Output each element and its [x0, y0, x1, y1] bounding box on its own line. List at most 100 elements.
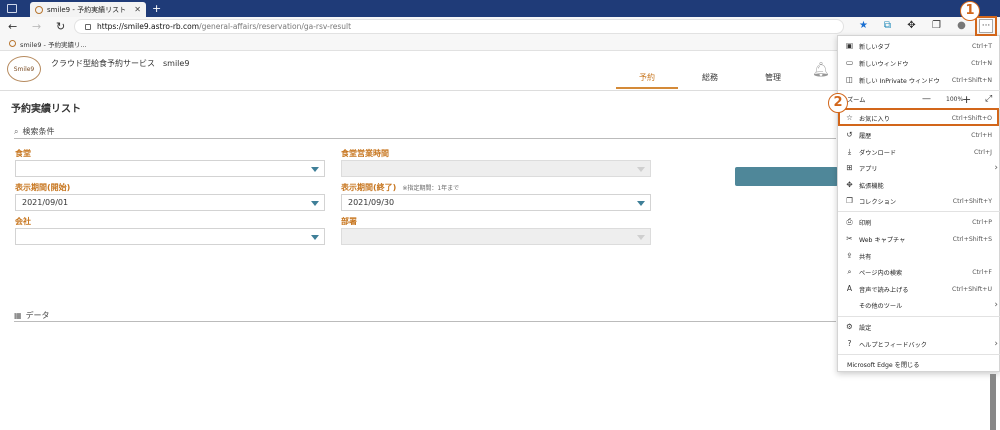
fullscreen-icon[interactable]: ⤢	[985, 94, 992, 104]
menu-label: コレクション	[859, 198, 897, 206]
menu-label: Web キャプチャ	[859, 236, 906, 244]
extension-icon[interactable]: ⧉	[882, 20, 893, 31]
menu-print[interactable]: ⎙ 印刷 Ctrl+P	[838, 214, 1000, 230]
divider	[14, 138, 836, 139]
nav-management[interactable]: 管理	[742, 72, 804, 89]
history-icon: ↺	[846, 130, 853, 139]
menu-label: ダウンロード	[859, 149, 897, 157]
hours-select[interactable]	[341, 160, 651, 177]
menu-web-capture[interactable]: ✂ Web キャプチャ Ctrl+Shift+S	[838, 231, 1000, 247]
favorite-star-icon[interactable]: ★	[858, 20, 869, 31]
browser-tab[interactable]: smile9 - 予約実績リスト ✕	[30, 2, 146, 17]
menu-new-inprivate[interactable]: ◫ 新しい InPrivate ウィンドウ Ctrl+Shift+N	[838, 72, 1000, 88]
nav-general-affairs[interactable]: 総務	[679, 72, 741, 89]
menu-label: Microsoft Edge を閉じる	[847, 361, 920, 369]
company-label: 会社	[15, 217, 31, 226]
inprivate-icon: ◫	[845, 75, 854, 84]
new-window-icon: ▭	[845, 58, 854, 67]
period-end-label-text: 表示期間(終了)	[341, 183, 397, 192]
refresh-icon[interactable]: ↻	[56, 20, 65, 33]
url-path: /general-affairs/reservation/ga-rsv-resu…	[199, 22, 352, 31]
menu-share[interactable]: ⇪ 共有	[838, 248, 1000, 264]
cafeteria-select[interactable]	[15, 160, 325, 177]
menu-history[interactable]: ↺ 履歴 Ctrl+H	[838, 127, 1000, 143]
url-bar[interactable]: https://smile9.astro-rb.com/general-affa…	[74, 19, 844, 34]
menu-find-on-page[interactable]: ⌕ ページ内の検索 Ctrl+F	[838, 264, 1000, 280]
zoom-label: ズーム	[847, 96, 866, 104]
menu-label: 共有	[859, 253, 872, 261]
menu-label: 新しい InPrivate ウィンドウ	[859, 77, 940, 85]
menu-shortcut: Ctrl+F	[972, 268, 992, 276]
download-icon: ⤓	[847, 147, 852, 156]
search-conditions-header: ⌕ 検索条件	[14, 126, 54, 137]
company-select[interactable]	[15, 228, 325, 245]
puzzle-icon[interactable]: ✥	[906, 20, 917, 31]
annotation-step-1: 1	[960, 1, 980, 21]
menu-label: ページ内の検索	[859, 269, 903, 277]
back-icon[interactable]: ←	[8, 20, 17, 33]
menu-label: 新しいタブ	[859, 43, 890, 51]
bookmark-favicon-icon	[9, 40, 16, 47]
menu-shortcut: Ctrl+Shift+S	[952, 235, 992, 243]
collections-icon: ❐	[846, 196, 853, 205]
bookmark-item[interactable]: smile9 - 予約実績リ...	[20, 39, 87, 49]
menu-new-tab[interactable]: ▣ 新しいタブ Ctrl+T	[838, 38, 1000, 54]
smile9-logo: Smile9	[7, 56, 41, 82]
department-select[interactable]	[341, 228, 651, 245]
table-icon: ▦	[14, 311, 22, 320]
new-tab-icon: ▣	[845, 41, 854, 50]
new-tab-button[interactable]: +	[152, 2, 161, 15]
menu-label: アプリ	[859, 165, 878, 173]
extensions-icon: ✥	[846, 180, 853, 189]
menu-apps[interactable]: ⊞ アプリ ›	[838, 160, 1000, 176]
menu-separator	[838, 354, 1000, 355]
period-start-select[interactable]: 2021/09/01	[15, 194, 325, 211]
chevron-down-icon	[637, 201, 645, 206]
menu-extensions[interactable]: ✥ 拡張機能	[838, 177, 1000, 193]
period-end-select[interactable]: 2021/09/30	[341, 194, 651, 211]
chevron-right-icon: ›	[994, 339, 998, 349]
tab-actions-icon[interactable]	[7, 4, 17, 13]
forward-icon[interactable]: →	[32, 20, 41, 33]
page-scrollbar[interactable]	[990, 374, 996, 430]
url-domain: https://smile9.astro-rb.com	[97, 22, 200, 31]
collections-toolbar-icon[interactable]: ❐	[931, 20, 942, 31]
period-start-label: 表示期間(開始)	[15, 183, 71, 192]
menu-label: 音声で読み上げる	[859, 286, 909, 294]
menu-read-aloud[interactable]: A 音声で読み上げる Ctrl+Shift+U	[838, 281, 1000, 297]
period-end-note: ※指定期間：1年まで	[402, 185, 460, 192]
menu-shortcut: Ctrl+Shift+U	[952, 285, 992, 293]
find-icon: ⌕	[847, 267, 852, 276]
menu-label: その他のツール	[859, 302, 903, 310]
address-toolbar: ← → ↻ https://smile9.astro-rb.com/genera…	[0, 17, 1000, 37]
menu-new-window[interactable]: ▭ 新しいウィンドウ Ctrl+N	[838, 55, 1000, 71]
tab-title: smile9 - 予約実績リスト	[47, 5, 127, 14]
period-start-value: 2021/09/01	[22, 198, 69, 207]
menu-help-feedback[interactable]: ? ヘルプとフィードバック ›	[838, 336, 1000, 352]
menu-more-tools[interactable]: その他のツール ›	[838, 297, 1000, 313]
nav-reservation[interactable]: 予約	[616, 72, 678, 89]
cafeteria-label: 食堂	[15, 149, 31, 158]
close-tab-icon[interactable]: ✕	[134, 5, 141, 14]
data-section-label: データ	[25, 311, 50, 320]
annotation-highlight-more-button	[975, 16, 997, 36]
web-capture-icon: ✂	[846, 234, 853, 243]
menu-close-edge[interactable]: Microsoft Edge を閉じる	[838, 356, 1000, 372]
notification-bell-icon[interactable]: 🔔︎	[812, 62, 830, 78]
menu-collections[interactable]: ❐ コレクション Ctrl+Shift+Y	[838, 193, 1000, 209]
menu-zoom: ズーム — 100% + ⤢	[838, 91, 1000, 107]
search-button[interactable]	[735, 167, 838, 186]
zoom-value: 100%	[946, 95, 964, 103]
profile-avatar-icon[interactable]: ●	[956, 20, 967, 31]
settings-icon: ⚙	[846, 322, 853, 331]
zoom-out-button[interactable]: —	[922, 94, 931, 104]
menu-label: 拡張機能	[859, 182, 884, 190]
period-end-value: 2021/09/30	[348, 198, 395, 207]
menu-separator	[838, 316, 1000, 317]
menu-settings[interactable]: ⚙ 設定	[838, 319, 1000, 335]
zoom-in-button[interactable]: +	[962, 93, 971, 106]
site-favicon-icon	[35, 5, 43, 14]
period-end-label: 表示期間(終了) ※指定期間：1年まで	[341, 182, 459, 193]
menu-downloads[interactable]: ⤓ ダウンロード Ctrl+J	[838, 144, 1000, 160]
read-aloud-icon: A	[846, 284, 853, 293]
